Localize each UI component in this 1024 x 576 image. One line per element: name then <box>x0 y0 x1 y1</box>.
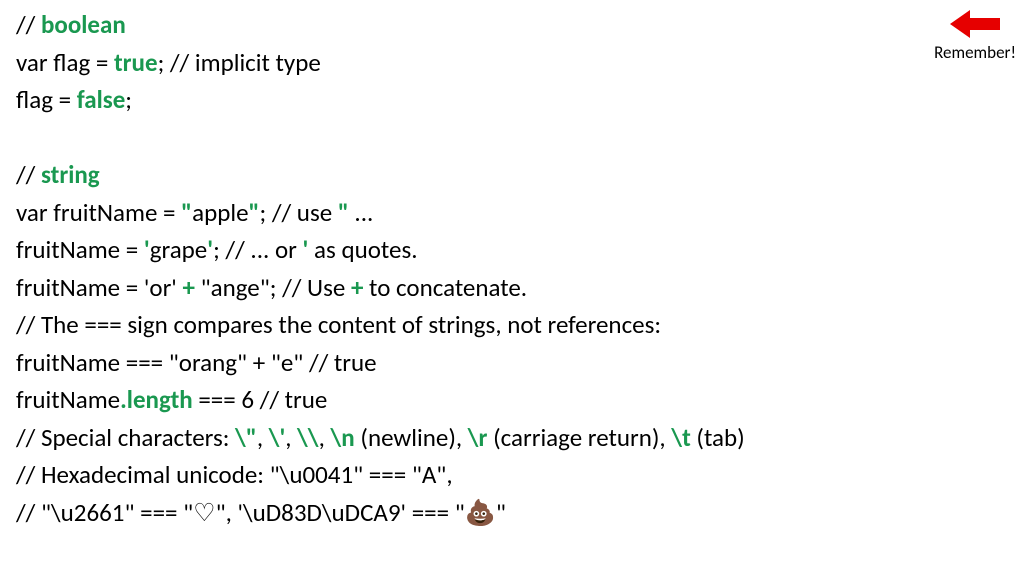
code-line: fruitName === "orang" + "e" // true <box>16 344 1008 382</box>
code-line: fruitName = 'or' + "ange"; // Use + to c… <box>16 269 1008 307</box>
code-line: fruitName.length === 6 // true <box>16 381 1008 419</box>
code-line: // boolean <box>16 6 1008 44</box>
code-line: var flag = true; // implicit type <box>16 44 1008 82</box>
code-block: // boolean var flag = true; // implicit … <box>0 0 1024 537</box>
remember-label: Remember! <box>934 42 1016 63</box>
code-line: var fruitName = "apple"; // use " ... <box>16 194 1008 232</box>
code-line: // "\u2661" === "♡", '\uD83D\uDCA9' === … <box>16 494 1008 532</box>
blank-line <box>16 119 1008 157</box>
arrow-left-icon <box>950 8 1000 40</box>
code-line: fruitName = 'grape'; // ... or ' as quot… <box>16 231 1008 269</box>
code-line: // Special characters: \", \', \\, \n (n… <box>16 419 1008 457</box>
code-line: // The === sign compares the content of … <box>16 306 1008 344</box>
poo-emoji-icon: 💩 <box>465 497 496 528</box>
code-line: // Hexadecimal unicode: "\u0041" === "A"… <box>16 456 1008 494</box>
remember-callout: Remember! <box>934 8 1016 63</box>
code-line: flag = false; <box>16 81 1008 119</box>
code-line: // string <box>16 156 1008 194</box>
